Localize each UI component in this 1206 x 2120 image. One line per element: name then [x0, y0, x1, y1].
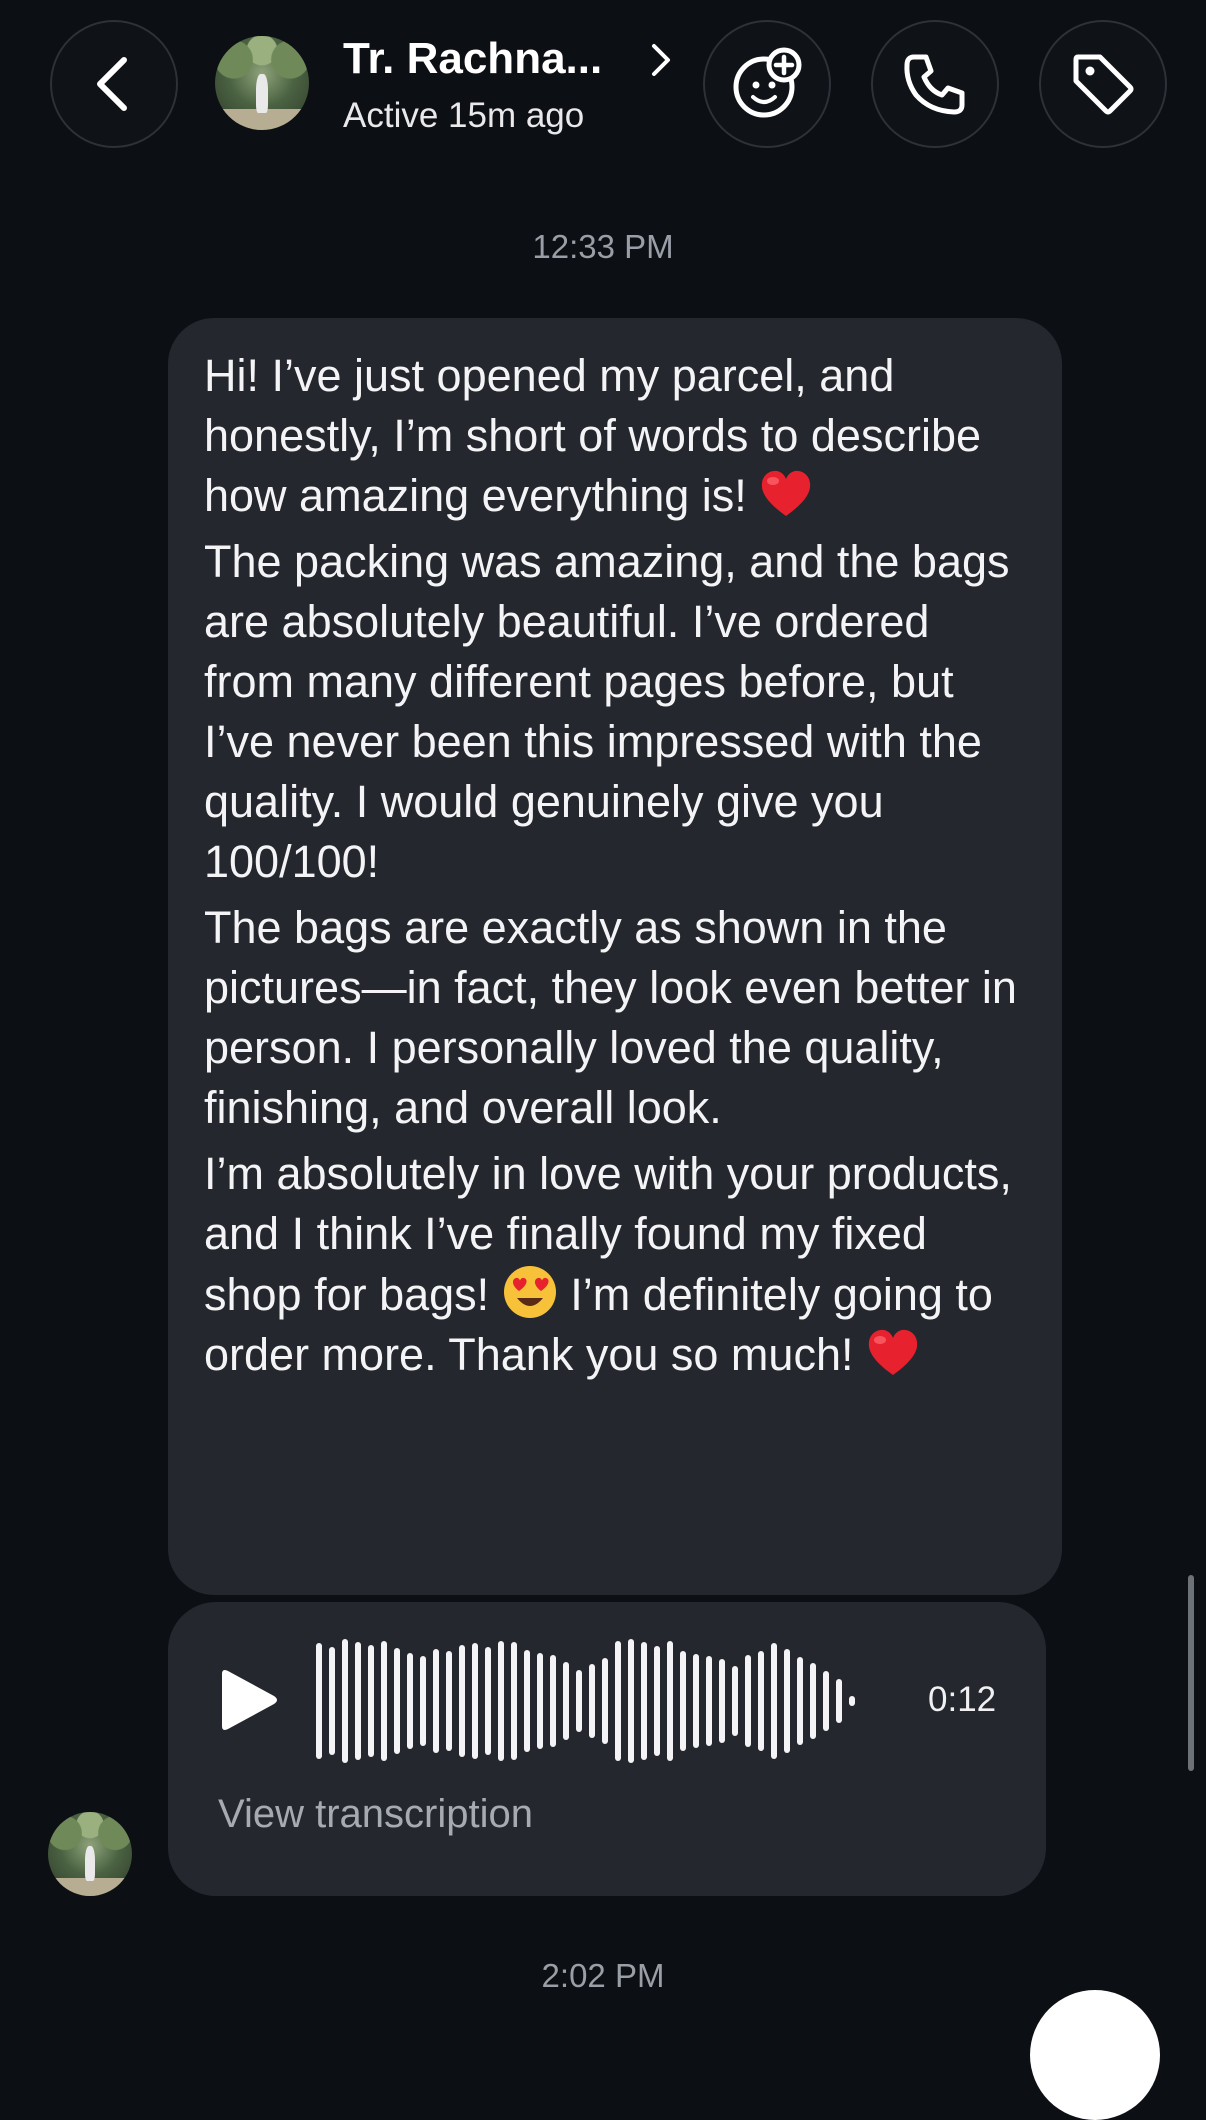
waveform-bar	[329, 1647, 335, 1755]
message-timestamp: 2:02 PM	[541, 1957, 665, 1994]
waveform-bar	[576, 1670, 582, 1732]
waveform-bar	[667, 1641, 673, 1761]
waveform-bar	[407, 1653, 413, 1749]
message-paragraph: The bags are exactly as shown in the pic…	[204, 902, 1017, 1133]
message-timestamp: 12:33 PM	[532, 228, 674, 265]
red-heart-emoji	[762, 470, 811, 516]
waveform-bar	[706, 1656, 712, 1746]
waveform-bar	[589, 1664, 595, 1738]
waveform-bar	[537, 1653, 543, 1749]
chat-header: Tr. Rachna... Active 15m ago	[0, 0, 1206, 175]
waveform-bar	[771, 1643, 777, 1759]
chevron-left-icon	[97, 57, 127, 111]
waveform-bar	[342, 1639, 348, 1763]
waveform-bar	[836, 1679, 842, 1723]
waveform-bar	[680, 1651, 686, 1751]
waveform-bar	[524, 1650, 530, 1752]
waveform-bar	[758, 1651, 764, 1751]
play-icon[interactable]	[212, 1664, 282, 1736]
chevron-right-icon[interactable]	[646, 40, 676, 80]
add-participant-button[interactable]	[703, 20, 831, 148]
message-paragraph: I’m absolutely in love with your product…	[204, 1148, 1012, 1380]
sender-avatar[interactable]	[48, 1812, 132, 1896]
waveform-bar	[446, 1651, 452, 1751]
waveform-bar	[849, 1696, 855, 1706]
waveform-bar	[602, 1658, 608, 1744]
waveform-bar	[810, 1663, 816, 1739]
audio-waveform[interactable]	[310, 1638, 880, 1764]
waveform-bar	[732, 1666, 738, 1736]
waveform-bar	[563, 1662, 569, 1740]
view-transcription-link[interactable]: View transcription	[218, 1792, 533, 1837]
voice-call-button[interactable]	[871, 20, 999, 148]
waveform-bar	[355, 1642, 361, 1760]
waveform-bar	[693, 1654, 699, 1748]
waveform-bar	[641, 1642, 647, 1760]
phone-icon	[904, 54, 965, 115]
waveform-bar	[511, 1642, 517, 1760]
waveform-bar	[628, 1639, 634, 1763]
audio-duration: 0:12	[928, 1680, 997, 1719]
waveform-bar	[823, 1671, 829, 1731]
scrollbar[interactable]	[1188, 1575, 1194, 1771]
message-paragraph: Hi! I’ve just opened my parcel, and hone…	[204, 350, 981, 521]
waveform-bar	[420, 1656, 426, 1746]
waveform-bar	[472, 1643, 478, 1759]
waveform-bar	[550, 1655, 556, 1747]
message-paragraph: The packing was amazing, and the bags ar…	[204, 536, 1010, 887]
waveform-bar	[381, 1641, 387, 1761]
waveform-bar	[459, 1645, 465, 1757]
waveform-bar	[615, 1641, 621, 1761]
waveform-bar	[394, 1648, 400, 1754]
waveform-bar	[784, 1649, 790, 1753]
contact-name[interactable]: Tr. Rachna...	[343, 34, 602, 84]
waveform-bar	[498, 1641, 504, 1761]
tag-icon	[1073, 54, 1134, 115]
voice-message: 0:12 View transcription	[168, 1602, 1046, 1896]
waveform-bar	[485, 1647, 491, 1755]
waveform-bar	[797, 1657, 803, 1745]
message-bubble[interactable]: Hi! I’ve just opened my parcel, and hone…	[168, 318, 1062, 1595]
add-friend-face-icon	[733, 47, 802, 118]
waveform-bar	[433, 1649, 439, 1753]
waveform-bar	[654, 1646, 660, 1756]
contact-avatar[interactable]	[215, 36, 309, 130]
floating-action-button[interactable]	[1030, 1990, 1160, 2120]
waveform-bar	[368, 1645, 374, 1757]
tag-button[interactable]	[1039, 20, 1167, 148]
heart-eyes-emoji	[503, 1266, 556, 1318]
waveform-bar	[719, 1659, 725, 1743]
red-heart-emoji	[868, 1329, 918, 1375]
back-button[interactable]	[50, 20, 178, 148]
waveform-bar	[316, 1643, 322, 1759]
active-status: Active 15m ago	[343, 96, 585, 135]
waveform-bar	[745, 1655, 751, 1747]
